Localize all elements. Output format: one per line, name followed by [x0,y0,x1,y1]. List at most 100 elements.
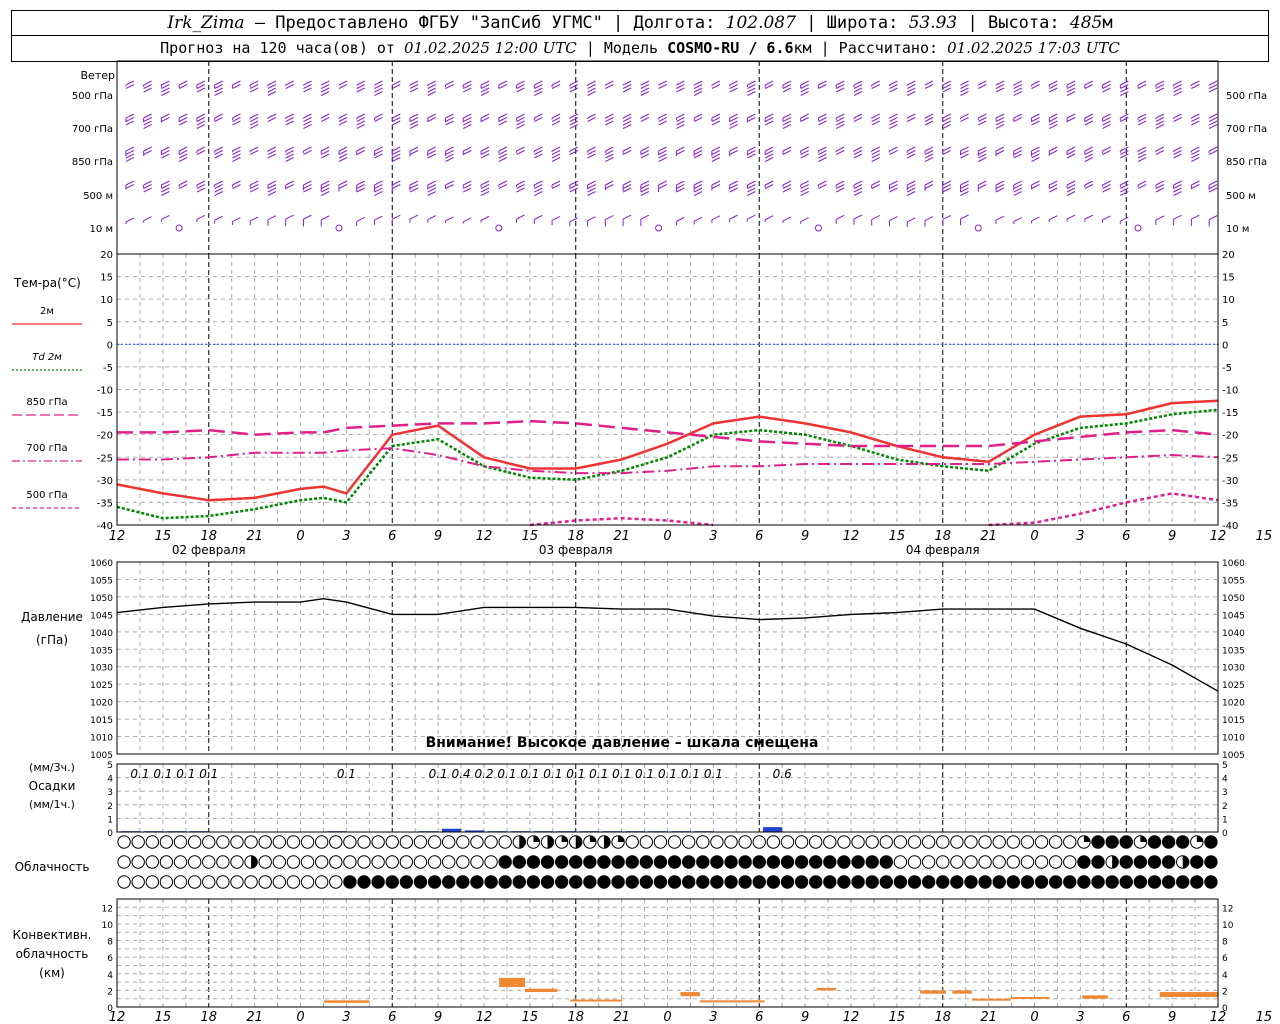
cloud-symbol-empty [202,855,216,869]
wind-barb-flag [249,84,259,89]
wind-barb-flag [1208,215,1218,221]
cloud-symbol-full [964,875,978,889]
conv-tick-right: 8 [1222,938,1228,948]
wind-barb-flag [1013,80,1023,86]
wind-barb-flag [889,113,898,119]
wind-barb-flag [907,150,916,155]
wind-barb-flag [409,87,419,93]
wind-barb-flag [907,146,916,152]
wind-barb-flag [658,113,667,119]
wind-barb-flag [747,80,756,86]
temp-tick-right: -25 [1222,453,1238,464]
wind-barb-flag [551,80,561,86]
wind-barb-flag [1066,191,1076,196]
wind-barb-flag [285,150,294,155]
wind-barb-flag [889,146,898,152]
precip-tick-left: 0 [107,829,113,839]
wind-barb-flag [782,184,792,189]
wind-barb-flag [782,146,792,152]
wind-barb-flag [853,80,863,86]
wind-barb-flag [1208,113,1218,119]
wind-barb-flag [463,87,472,93]
date-label: 03 февраля [539,543,613,557]
wind-barb-flag [1031,146,1040,152]
press-tick-right: 1005 [1222,751,1245,761]
wind-barb-flag [303,84,312,89]
wind-barb-flag [889,180,898,186]
cloud-symbol-empty [272,835,287,849]
wind-barb-flag [392,184,401,189]
wind-barb-flag [409,187,419,193]
wind-barb-flag [942,150,951,155]
cloud-symbol-empty [314,875,329,889]
wind-barb-flag [409,120,419,126]
wind-barb-flag [871,113,880,119]
time-tick-bottom: 9 [801,1010,809,1024]
cloud-symbol-empty [286,855,301,869]
wind-barb-flag [1049,184,1058,189]
wind-barb-flag [249,180,259,186]
wind-barb-flag [818,113,827,119]
temp-tick-left: 10 [100,295,113,306]
temp-tick-right: 0 [1222,340,1228,351]
wind-barb-flag [924,180,934,186]
wind-barb-flag [1049,150,1058,155]
wind-barb-flag [409,146,419,152]
time-tick-mid: 15 [522,529,539,544]
wind-barb-flag [267,187,277,193]
wind-barb-flag [1173,150,1182,155]
cloud-symbol-half [1182,855,1189,869]
wind-barb-flag [907,113,916,119]
precip-label: 0.1 [566,767,585,781]
wind-barb-flag [1137,80,1147,86]
wind-barb-flag [445,117,454,122]
wind-barb-flag [693,191,703,196]
wind-barb-flag [1120,113,1129,119]
wind-barb-flag [782,80,792,86]
wind-barb-flag [427,184,436,189]
precip-label: 0.1 [199,767,218,781]
wind-barb-flag [232,113,241,119]
wind-barb-flag [605,120,614,126]
wind-barb-flag [693,187,703,193]
wind-barb-flag [640,187,650,193]
wind-barb-flag [835,124,845,129]
wind-barb-flag [445,80,454,86]
wind-barb-flag [374,153,383,159]
wind-barb-flag [125,84,135,89]
cloud-symbol-full [724,875,738,889]
wind-barb-flag [605,117,614,122]
wind-barb-flag [1102,124,1111,129]
cloud-symbol-full [809,875,823,889]
wind-calm [655,224,663,232]
wind-barb-flag [196,113,206,119]
wind-barb-flag [445,113,454,119]
wind-barb-flag [605,84,614,89]
press-tick-left: 1005 [90,751,113,761]
wind-barb-flag [1208,120,1218,126]
wind-barb-flag [729,214,738,220]
wind-barb-flag [924,157,934,162]
wind-barb-flag [658,184,667,189]
cloud-symbol-empty [625,835,639,849]
wind-barb-flag [1173,91,1182,96]
conv-bar [1159,992,1218,998]
wind-barb-flag [232,217,241,223]
wind-barb-flag [711,113,721,119]
precip-label: 0.1 [429,767,448,781]
wind-barb-flag [285,146,294,152]
wind-barb-flag [622,80,632,86]
time-tick-bottom: 12 [476,1010,493,1024]
wind-barb-flag [800,187,809,193]
time-tick-bottom: 6 [388,1010,396,1024]
wind-barb-flag [285,184,294,189]
time-tick-mid: 6 [1122,529,1130,544]
temp-tick-right: 10 [1222,295,1235,306]
cloud-symbol-empty [202,835,216,849]
cloud-symbol-empty [399,835,414,849]
time-tick-mid: 18 [567,529,584,544]
cloud-symbol-full [1077,855,1091,869]
cloud-symbol-full [780,875,795,889]
wind-barb-flag [1155,150,1165,155]
wind-barb-flag [729,80,738,86]
